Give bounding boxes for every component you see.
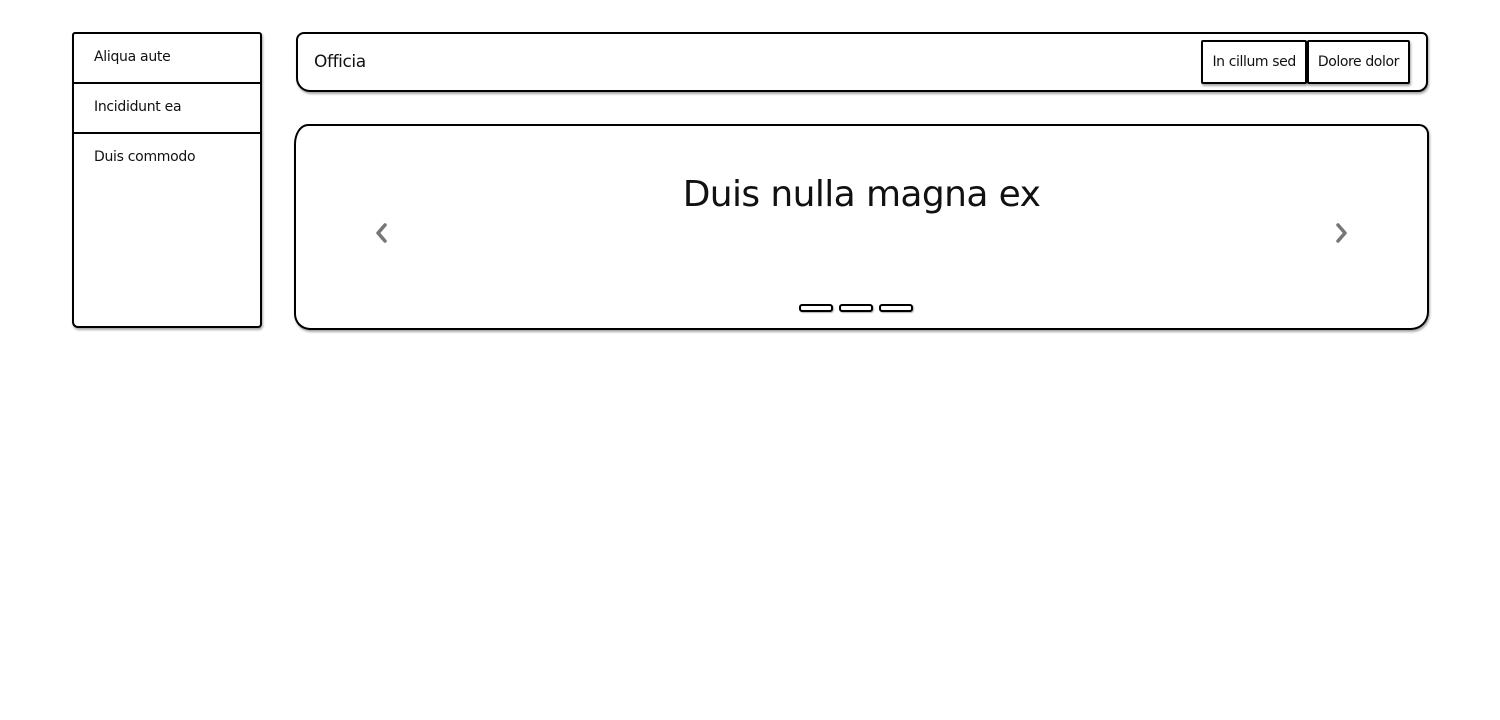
sidebar-item-aliqua-aute[interactable]: Aliqua aute: [74, 34, 260, 84]
sidebar: Aliqua aute Incididunt ea Duis commodo: [72, 32, 262, 328]
carousel-indicator-1[interactable]: [798, 304, 833, 312]
in-cillum-sed-button[interactable]: In cillum sed: [1201, 40, 1307, 84]
carousel-slide-heading: Duis nulla magna ex: [682, 174, 1041, 215]
carousel-indicators: [296, 304, 1427, 312]
page: Aliqua aute Incididunt ea Duis commodo O…: [0, 0, 1500, 720]
sidebar-item-label: Incididunt ea: [94, 99, 182, 115]
carousel-next-button[interactable]: [1331, 219, 1353, 247]
header-title: Officia: [314, 52, 366, 72]
dolore-dolor-button[interactable]: Dolore dolor: [1306, 40, 1410, 84]
sidebar-item-incididunt-ea[interactable]: Incididunt ea: [74, 84, 260, 134]
carousel-indicator-3[interactable]: [878, 304, 913, 312]
chevron-right-icon: [1336, 223, 1347, 243]
sidebar-item-label: Duis commodo: [94, 149, 196, 165]
chevron-left-icon: [376, 223, 387, 243]
header-bar: Officia In cillum sed Dolore dolor: [296, 32, 1428, 92]
sidebar-item-label: Aliqua aute: [94, 49, 171, 65]
header-button-group: In cillum sed Dolore dolor: [1201, 40, 1410, 84]
carousel-indicator-2[interactable]: [838, 304, 873, 312]
carousel-prev-button[interactable]: [370, 219, 392, 247]
sidebar-item-duis-commodo[interactable]: Duis commodo: [74, 134, 260, 184]
carousel: Duis nulla magna ex: [294, 124, 1429, 330]
